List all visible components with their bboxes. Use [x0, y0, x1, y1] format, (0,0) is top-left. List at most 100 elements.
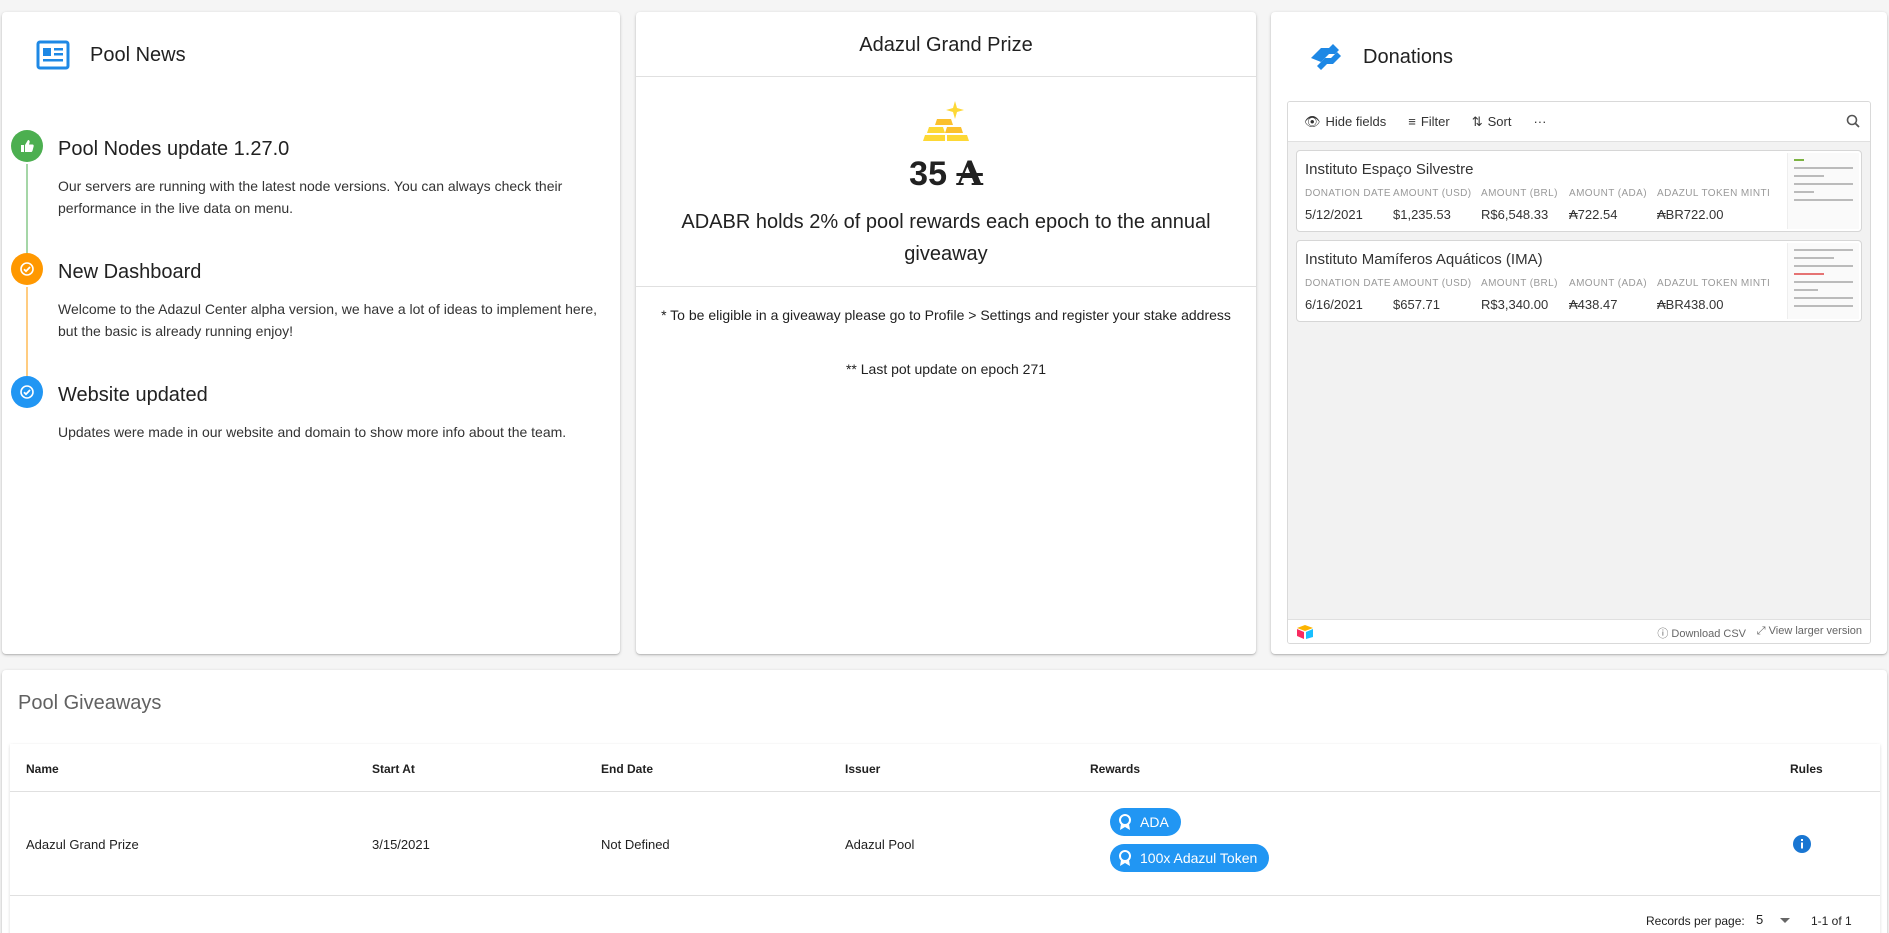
pool-news-header: Pool News	[36, 40, 186, 70]
donations-title: Donations	[1363, 45, 1454, 68]
column-label: AMOUNT (BRL)	[1481, 188, 1558, 199]
download-csv-link[interactable]: ⓘ Download CSV	[1657, 625, 1746, 641]
column-label: DONATION DATE	[1305, 278, 1391, 289]
donation-date: 6/16/2021	[1305, 297, 1363, 312]
amount-usd: $657.71	[1393, 297, 1440, 312]
check-circle-icon	[11, 253, 43, 285]
column-header-name[interactable]: Name	[26, 762, 59, 776]
view-larger-label: View larger version	[1768, 625, 1862, 637]
thumbs-up-icon	[11, 130, 43, 162]
ada-currency-symbol: A	[956, 154, 983, 194]
news-timeline: Pool Nodes update 1.27.0 Our servers are…	[2, 120, 620, 467]
donations-embed[interactable]: 👁 Hide fields ≡ Filter ⇅ Sort ··· Instit…	[1287, 101, 1871, 644]
filter-label: Filter	[1420, 114, 1450, 129]
token-minted: ₳BR438.00	[1657, 297, 1724, 312]
filter-icon: ≡	[1408, 114, 1416, 129]
amount-usd: $1,235.53	[1393, 207, 1451, 222]
table-row[interactable]: Adazul Grand Prize 3/15/2021 Not Defined…	[10, 792, 1880, 896]
giveaway-end: Not Defined	[601, 837, 670, 852]
pot-update-note: ** Last pot update on epoch 271	[845, 361, 1047, 377]
column-label: ADAZUL TOKEN MINTI	[1657, 278, 1771, 289]
pool-news-title: Pool News	[90, 43, 186, 66]
hide-fields-button[interactable]: 👁 Hide fields	[1304, 114, 1386, 130]
donations-card: Donations 👁 Hide fields ≡ Filter ⇅ Sort …	[1271, 12, 1887, 654]
column-header-start[interactable]: Start At	[372, 762, 415, 776]
reward-chip[interactable]: 100x Adazul Token	[1110, 844, 1270, 872]
timeline-item-text: Our servers are running with the latest …	[58, 178, 563, 216]
info-icon[interactable]	[1792, 834, 1812, 857]
donation-date: 5/12/2021	[1305, 207, 1363, 222]
column-header-issuer[interactable]: Issuer	[845, 762, 880, 776]
column-header-rules[interactable]: Rules	[1790, 762, 1823, 776]
column-label: DONATION DATE	[1305, 188, 1391, 199]
table-footer: Records per page: 5 1-1 of 1	[10, 896, 1880, 933]
column-label: AMOUNT (ADA)	[1569, 188, 1647, 199]
donation-record[interactable]: Instituto Espaço Silvestre DONATION DATE…	[1296, 150, 1862, 232]
newspaper-icon	[36, 40, 70, 70]
reward-chip-label: 100x Adazul Token	[1140, 850, 1258, 866]
reward-chips: ADA 100x Adazul Token	[1110, 808, 1270, 880]
search-icon[interactable]	[1846, 114, 1860, 131]
timeline-item-text: Updates were made in our website and dom…	[58, 424, 567, 440]
grand-prize-card: Adazul Grand Prize 35 A ADABR holds 2% o…	[636, 12, 1256, 654]
column-label: AMOUNT (BRL)	[1481, 278, 1558, 289]
sort-button[interactable]: ⇅ Sort	[1472, 114, 1512, 130]
download-csv-label: Download CSV	[1671, 628, 1746, 640]
timeline-item-title: Pool Nodes update 1.27.0	[58, 138, 290, 160]
giveaway-name: Adazul Grand Prize	[26, 837, 139, 852]
timeline-item-title: New Dashboard	[58, 261, 202, 283]
view-larger-link[interactable]: ⤢ View larger version	[1757, 625, 1862, 638]
timeline-item-title: Website updated	[58, 384, 208, 406]
timeline-item: Website updated Updates were made in our…	[2, 366, 620, 443]
receipt-thumbnail[interactable]	[1787, 153, 1859, 229]
award-icon	[1119, 850, 1131, 866]
token-minted: ₳BR722.00	[1657, 207, 1724, 222]
table-header: Name Start At End Date Issuer Rewards Ru…	[10, 744, 1880, 792]
giveaway-start: 3/15/2021	[372, 837, 430, 852]
donations-icon	[1311, 44, 1341, 70]
prize-description: ADABR holds 2% of pool rewards each epoc…	[636, 194, 1256, 287]
check-circle-icon	[11, 376, 43, 408]
pool-giveaways-title: Pool Giveaways	[18, 692, 162, 714]
timeline-item-text: Welcome to the Adazul Center alpha versi…	[58, 301, 598, 339]
airtable-logo-icon[interactable]	[1296, 624, 1314, 643]
reward-chip[interactable]: ADA	[1110, 808, 1181, 836]
timeline-item: New Dashboard Welcome to the Adazul Cent…	[2, 243, 620, 387]
chevron-down-icon[interactable]	[1780, 918, 1790, 923]
giveaways-table: Name Start At End Date Issuer Rewards Ru…	[10, 744, 1880, 933]
receipt-thumbnail[interactable]	[1787, 243, 1859, 319]
column-header-end[interactable]: End Date	[601, 762, 653, 776]
eye-off-icon: 👁	[1304, 113, 1321, 129]
embed-footer: ⓘ Download CSV ⤢ View larger version	[1288, 619, 1870, 643]
column-header-rewards[interactable]: Rewards	[1090, 762, 1140, 776]
prize-amount: 35 A	[636, 154, 1256, 194]
donation-record[interactable]: Instituto Mamíferos Aquáticos (IMA) DONA…	[1296, 240, 1862, 322]
reward-chip-label: ADA	[1140, 814, 1169, 830]
column-label: AMOUNT (USD)	[1393, 188, 1472, 199]
gold-bars-icon	[636, 99, 1256, 148]
giveaway-issuer: Adazul Pool	[845, 837, 915, 852]
award-icon	[1119, 814, 1131, 830]
eligibility-note: * To be eligible in a giveaway please go…	[661, 307, 1231, 323]
grand-prize-title: Adazul Grand Prize	[636, 12, 1256, 77]
amount-brl: R$3,340.00	[1481, 297, 1549, 312]
donation-record-name: Instituto Mamíferos Aquáticos (IMA)	[1305, 251, 1543, 268]
pagination-range: 1-1 of 1	[1811, 914, 1852, 928]
amount-brl: R$6,548.33	[1481, 207, 1549, 222]
sort-label: Sort	[1487, 114, 1512, 129]
more-options-button[interactable]: ···	[1533, 114, 1546, 129]
filter-button[interactable]: ≡ Filter	[1408, 114, 1449, 129]
records-per-page-label: Records per page:	[1646, 914, 1745, 928]
records-per-page-select[interactable]: 5	[1756, 912, 1763, 927]
donations-header: Donations	[1307, 40, 1453, 74]
donation-record-name: Instituto Espaço Silvestre	[1305, 161, 1474, 178]
column-label: ADAZUL TOKEN MINTI	[1657, 188, 1771, 199]
amount-ada: ₳438.47	[1569, 297, 1618, 312]
column-label: AMOUNT (USD)	[1393, 278, 1472, 289]
timeline-item: Pool Nodes update 1.27.0 Our servers are…	[2, 120, 620, 264]
embed-toolbar: 👁 Hide fields ≡ Filter ⇅ Sort ···	[1288, 102, 1870, 142]
pool-news-card: Pool News Pool Nodes update 1.27.0 Our s…	[2, 12, 620, 654]
column-label: AMOUNT (ADA)	[1569, 278, 1647, 289]
pool-giveaways-card: Pool Giveaways Name Start At End Date Is…	[2, 670, 1887, 933]
prize-amount-value: 35	[909, 155, 947, 193]
